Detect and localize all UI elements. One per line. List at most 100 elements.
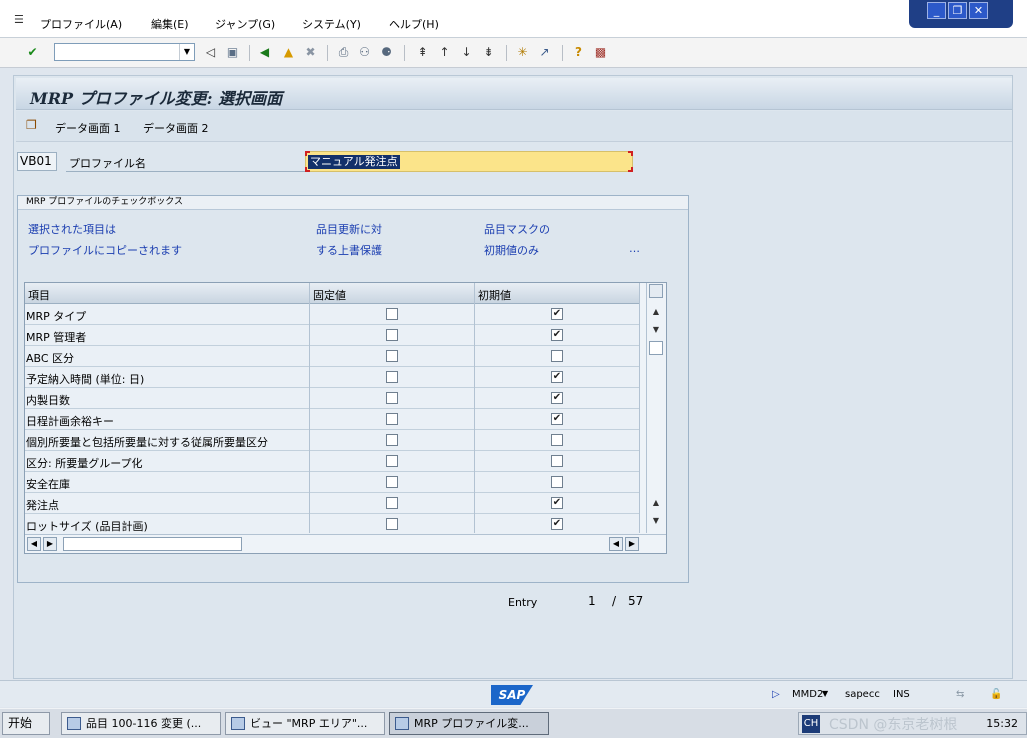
next-page-icon[interactable]: ↓	[458, 44, 475, 61]
scroll-down-icon[interactable]: ▼	[649, 323, 663, 337]
fixed-value-checkbox[interactable]	[386, 371, 398, 383]
data-screen-1-button[interactable]: データ画面 1	[55, 120, 121, 136]
scroll-up-icon[interactable]: ▲	[649, 305, 663, 319]
find-icon[interactable]: ⚇	[356, 44, 373, 61]
menu-item-jump[interactable]: ジャンプ(G)	[215, 16, 275, 32]
horizontal-scroll-thumb[interactable]	[63, 537, 242, 551]
profile-name-input[interactable]: マニュアル発注点	[305, 151, 633, 172]
toolbar-separator	[249, 45, 250, 61]
shortcut-icon[interactable]: ↗	[536, 44, 553, 61]
fixed-value-checkbox[interactable]	[386, 497, 398, 509]
initial-value-checkbox[interactable]	[551, 476, 563, 488]
status-bar: SAP ▷ MMD2 ▼ sapecc INS ⇆ 🔓	[0, 680, 1027, 707]
fixed-value-checkbox[interactable]	[386, 518, 398, 530]
fixed-value-checkbox[interactable]	[386, 434, 398, 446]
toolbar-separator	[327, 45, 328, 61]
taskbar-item[interactable]: MRP プロファイル変...	[389, 712, 549, 735]
initial-value-checkbox[interactable]	[551, 434, 563, 446]
row-label: ABC 区分	[26, 352, 75, 365]
menu-item-system[interactable]: システム(Y)	[302, 16, 361, 32]
fixed-value-checkbox[interactable]	[386, 476, 398, 488]
row-label: MRP 管理者	[26, 331, 87, 344]
title-bar: MRP プロファイル変更: 選択画面	[16, 78, 1012, 110]
group-title: MRP プロファイルのチェックボックス	[18, 196, 688, 210]
taskbar-item-label: 品目 100-116 変更 (...	[86, 717, 202, 730]
scroll-right-icon[interactable]: ▶	[43, 537, 57, 551]
cancel-icon[interactable]: ✖	[302, 44, 319, 61]
scroll-left-icon[interactable]: ◀	[27, 537, 41, 551]
fixed-value-checkbox[interactable]	[386, 413, 398, 425]
scroll-thumb[interactable]	[649, 341, 663, 355]
scroll-right-icon[interactable]: ▶	[625, 537, 639, 551]
table-row: MRP タイプ ✔	[25, 304, 639, 325]
application-toolbar: ❐ データ画面 1 データ画面 2	[16, 111, 1012, 142]
taskbar-item[interactable]: ビュー "MRP エリア"...	[225, 712, 385, 735]
vertical-scrollbar[interactable]: ▲ ▼ ▲ ▼	[646, 283, 666, 533]
table-row: ABC 区分	[25, 346, 639, 367]
initial-value-checkbox[interactable]: ✔	[551, 392, 563, 404]
scroll-up-icon[interactable]: ▲	[649, 496, 663, 510]
table-row: MRP 管理者 ✔	[25, 325, 639, 346]
initial-value-checkbox[interactable]: ✔	[551, 497, 563, 509]
back-icon[interactable]: ◀	[256, 44, 273, 61]
chevron-down-icon[interactable]: ▼	[179, 44, 194, 60]
column-header-fixed[interactable]: 固定値	[313, 287, 346, 303]
initial-value-checkbox[interactable]	[551, 350, 563, 362]
exit-icon[interactable]: ▲	[280, 44, 297, 61]
table-row: 予定納入時間 (単位: 日) ✔	[25, 367, 639, 388]
print-icon[interactable]: ⎙	[335, 44, 352, 61]
data-screen-2-button[interactable]: データ画面 2	[143, 120, 209, 136]
initial-value-checkbox[interactable]: ✔	[551, 371, 563, 383]
scroll-down-icon[interactable]: ▼	[649, 514, 663, 528]
profile-name-value: マニュアル発注点	[308, 155, 400, 169]
column-header-initial[interactable]: 初期値	[478, 287, 511, 303]
scroll-left-icon[interactable]: ◀	[609, 537, 623, 551]
main-window: MRP プロファイル変更: 選択画面 ❐ データ画面 1 データ画面 2 VB0…	[13, 75, 1013, 679]
chevron-down-icon[interactable]: ▼	[822, 689, 828, 698]
restore-icon[interactable]: ❐	[948, 2, 967, 19]
connection-icon: ⇆	[956, 689, 965, 700]
fixed-value-checkbox[interactable]	[386, 455, 398, 467]
column-settings-icon[interactable]	[649, 284, 663, 298]
minimize-icon[interactable]: _	[927, 2, 946, 19]
data-screen-icon[interactable]: ❐	[26, 118, 42, 134]
close-icon[interactable]: ✕	[969, 2, 988, 19]
command-field[interactable]: ▼	[54, 43, 195, 61]
fixed-value-checkbox[interactable]	[386, 308, 398, 320]
initial-value-checkbox[interactable]: ✔	[551, 329, 563, 341]
toolbar-separator	[562, 45, 563, 61]
entry-current: 1	[588, 594, 596, 608]
fixed-value-checkbox[interactable]	[386, 350, 398, 362]
menu-item-help[interactable]: ヘルプ(H)	[389, 16, 439, 32]
previous-page-icon[interactable]: ↑	[436, 44, 453, 61]
menu-item-profile[interactable]: プロファイル(A)	[40, 16, 122, 32]
window-icon	[395, 717, 409, 730]
menu-item-edit[interactable]: 編集(E)	[151, 16, 189, 32]
initial-value-checkbox[interactable]: ✔	[551, 308, 563, 320]
first-page-icon[interactable]: ⇞	[414, 44, 431, 61]
help-icon[interactable]: ?	[570, 44, 587, 61]
taskbar-item[interactable]: 品目 100-116 変更 (...	[61, 712, 221, 735]
horizontal-scrollbar[interactable]: ◀ ▶ ◀ ▶	[25, 534, 666, 553]
column-divider	[639, 283, 640, 533]
last-page-icon[interactable]: ⇟	[480, 44, 497, 61]
save-icon[interactable]: ▣	[224, 44, 241, 61]
initial-value-checkbox[interactable]	[551, 455, 563, 467]
fixed-value-checkbox[interactable]	[386, 329, 398, 341]
initial-value-checkbox[interactable]: ✔	[551, 518, 563, 530]
language-indicator[interactable]: CH	[802, 715, 820, 733]
fixed-value-checkbox[interactable]	[386, 392, 398, 404]
back-arrow-icon[interactable]: ◁	[202, 44, 219, 61]
status-expand-icon[interactable]: ▷	[772, 689, 780, 700]
window-icon	[67, 717, 81, 730]
initial-value-checkbox[interactable]: ✔	[551, 413, 563, 425]
menu-dropdown-icon[interactable]: ☰	[14, 13, 28, 26]
layout-menu-icon[interactable]: ▩	[592, 44, 609, 61]
column-header-item[interactable]: 項目	[28, 287, 50, 303]
new-session-icon[interactable]: ✳	[514, 44, 531, 61]
lock-icon[interactable]: 🔓	[990, 689, 1002, 700]
find-next-icon[interactable]: ⚈	[378, 44, 395, 61]
entry-separator: /	[612, 594, 617, 608]
enter-check-icon[interactable]: ✔	[24, 44, 41, 61]
start-button[interactable]: 开始	[2, 712, 50, 735]
